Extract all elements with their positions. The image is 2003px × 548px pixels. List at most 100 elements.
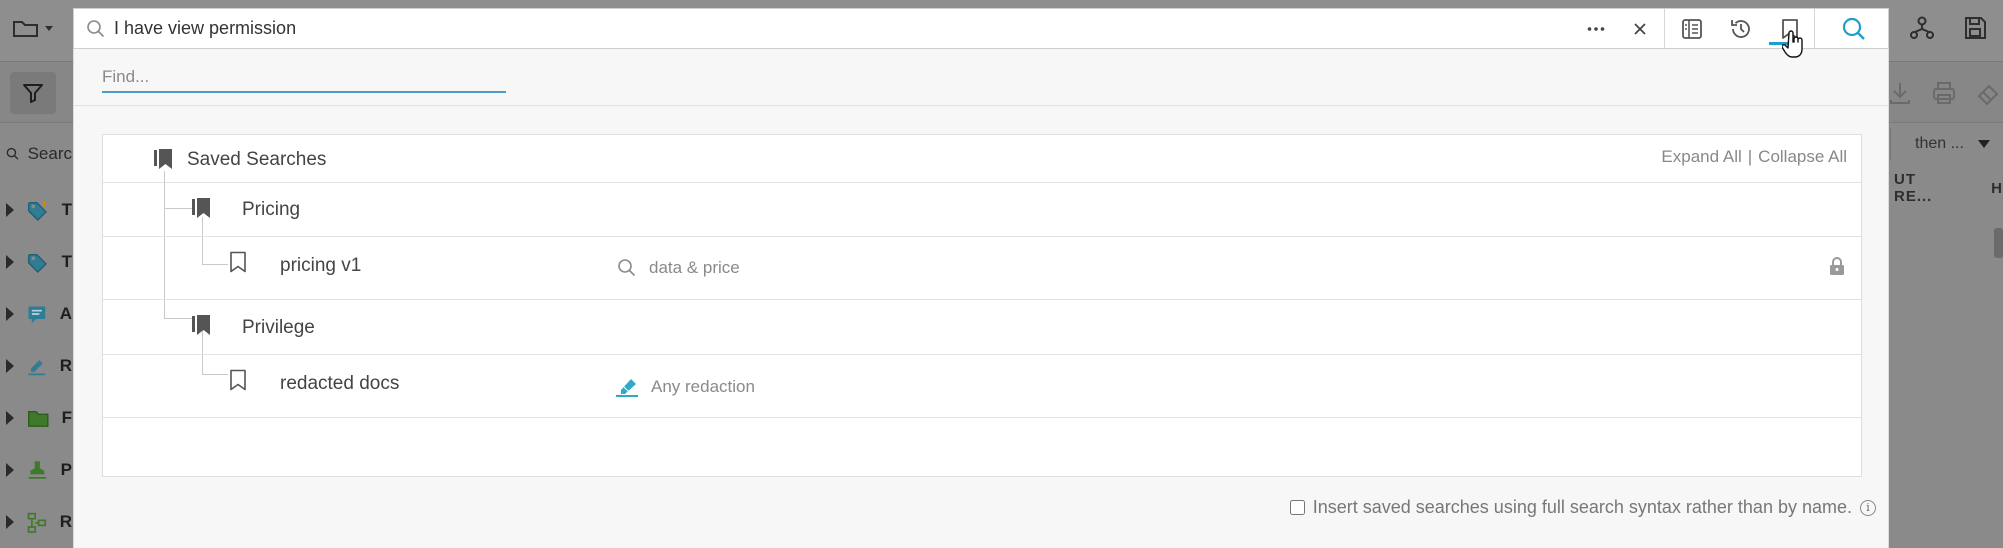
document-list-icon — [1682, 18, 1702, 39]
saved-search-name: redacted docs — [280, 373, 400, 394]
background-tree-row[interactable]: R — [0, 496, 72, 548]
sort-select-label: then ... — [1915, 135, 1964, 152]
tree-item-row[interactable]: redacted docs Any redaction — [103, 355, 1861, 418]
eraser-button[interactable] — [1968, 73, 2003, 113]
scrollbar-thumb[interactable] — [1994, 228, 2003, 258]
saved-search-folder-icon — [192, 315, 210, 335]
background-search-placeholder: Searc — [27, 144, 72, 163]
background-row-label: F — [61, 408, 72, 427]
insert-syntax-label: Insert saved searches using full search … — [1312, 497, 1852, 517]
toolbar-divider — [1814, 9, 1815, 48]
find-input[interactable] — [102, 63, 506, 91]
search-query-input[interactable]: I have view permission — [114, 9, 296, 48]
background-row-label: P — [60, 460, 72, 479]
saved-searches-folder-icon — [154, 149, 172, 169]
search-icon — [1842, 17, 1865, 40]
background-search-field[interactable]: Searc — [0, 128, 72, 180]
annotation-icon — [28, 306, 46, 324]
clear-search-button[interactable] — [1618, 9, 1662, 48]
bookmark-icon — [230, 251, 246, 273]
eraser-icon — [1977, 84, 1999, 106]
column-header[interactable]: H — [1991, 180, 2003, 197]
filter-button[interactable] — [10, 72, 56, 114]
find-field-wrapper — [102, 63, 506, 93]
saved-search-query-text: data & price — [649, 258, 740, 277]
insert-syntax-checkbox[interactable] — [1289, 500, 1305, 515]
background-column-headers: UT RE... H — [1888, 168, 2003, 208]
background-row-label: R — [59, 356, 72, 375]
search-icon — [87, 20, 105, 38]
search-icon — [6, 147, 19, 160]
tree-item-row[interactable]: pricing v1 data & price — [103, 237, 1861, 300]
expand-caret-icon — [6, 463, 14, 477]
divider — [74, 105, 1888, 106]
expand-caret-icon — [6, 411, 14, 425]
more-options-button[interactable] — [1574, 9, 1618, 48]
tree-group-label: Privilege — [242, 317, 315, 338]
expand-caret-icon — [6, 359, 14, 373]
highlighter-icon — [616, 379, 638, 397]
expand-caret-icon — [6, 203, 14, 217]
history-icon — [1731, 19, 1750, 38]
saved-searches-panel: Saved Searches Expand All | Collapse All P… — [73, 49, 1889, 548]
info-icon[interactable]: i — [1860, 499, 1876, 516]
filter-icon — [23, 84, 43, 103]
folder-icon — [13, 21, 53, 37]
run-search-button[interactable] — [1832, 9, 1876, 48]
saved-search-name: pricing v1 — [280, 255, 362, 276]
print-button[interactable] — [1924, 73, 1964, 113]
insert-syntax-option[interactable]: Insert saved searches using full search … — [1289, 497, 1876, 518]
tree-group-label: Pricing — [242, 199, 301, 220]
collapse-all-link[interactable]: Collapse All — [1758, 147, 1847, 166]
save-button[interactable] — [1955, 8, 1995, 48]
save-icon — [1965, 17, 1986, 39]
more-horizontal-icon — [1587, 26, 1605, 31]
search-bar: I have view permission — [73, 8, 1889, 49]
sort-select[interactable]: then ... — [1890, 128, 2003, 160]
expand-caret-icon — [6, 515, 14, 529]
download-icon — [1890, 83, 1910, 104]
tree-root-label: Saved Searches — [187, 149, 327, 170]
folder-menu-button[interactable] — [8, 8, 58, 48]
saved-search-query-text: Any redaction — [651, 377, 755, 396]
background-tree-row[interactable]: R — [0, 340, 72, 392]
search-icon — [618, 259, 636, 277]
expand-caret-icon — [6, 307, 14, 321]
background-tree-row[interactable]: P — [0, 444, 72, 496]
background-row-label: R — [59, 512, 72, 531]
background-tree-row[interactable]: A — [0, 288, 72, 340]
expand-all-link[interactable]: Expand All — [1661, 147, 1741, 166]
link-separator: | — [1747, 147, 1753, 166]
column-header[interactable]: UT RE... — [1894, 171, 1955, 205]
saved-search-query: data & price — [617, 258, 740, 278]
background-row-label: T — [61, 252, 72, 271]
expand-collapse-links: Expand All | Collapse All — [1661, 147, 1847, 167]
tag-icon — [28, 254, 47, 273]
expand-caret-icon — [6, 255, 14, 269]
tree-group-row[interactable]: Privilege — [103, 300, 1861, 355]
hand-cursor-icon — [1782, 30, 1803, 58]
background-tree-row[interactable]: T — [0, 236, 72, 288]
saved-search-folder-icon — [192, 198, 210, 218]
search-history-button[interactable] — [1719, 9, 1763, 48]
close-icon — [1634, 22, 1646, 35]
hierarchy-icon — [1910, 16, 1934, 39]
workflow-icon — [27, 512, 47, 533]
search-syntax-button[interactable] — [1670, 9, 1714, 48]
background-row-label: T — [61, 200, 72, 219]
network-button[interactable] — [1902, 8, 1942, 48]
tree-root-row[interactable]: Saved Searches Expand All | Collapse All — [103, 135, 1861, 183]
toolbar-divider — [1664, 9, 1665, 48]
tag-sparkle-icon — [28, 200, 48, 221]
print-icon — [1933, 82, 1955, 104]
saved-search-query: Any redaction — [615, 376, 755, 398]
redaction-icon — [28, 360, 46, 376]
background-tree-row[interactable]: T — [0, 184, 72, 236]
tree-group-row[interactable]: Pricing — [103, 183, 1861, 237]
saved-searches-tree: Saved Searches Expand All | Collapse All P… — [102, 134, 1862, 477]
folder-icon — [28, 410, 49, 427]
chevron-down-icon — [1977, 140, 1990, 148]
stamp-icon — [28, 461, 47, 479]
bookmark-icon — [230, 369, 246, 391]
background-tree-row[interactable]: F — [0, 392, 72, 444]
